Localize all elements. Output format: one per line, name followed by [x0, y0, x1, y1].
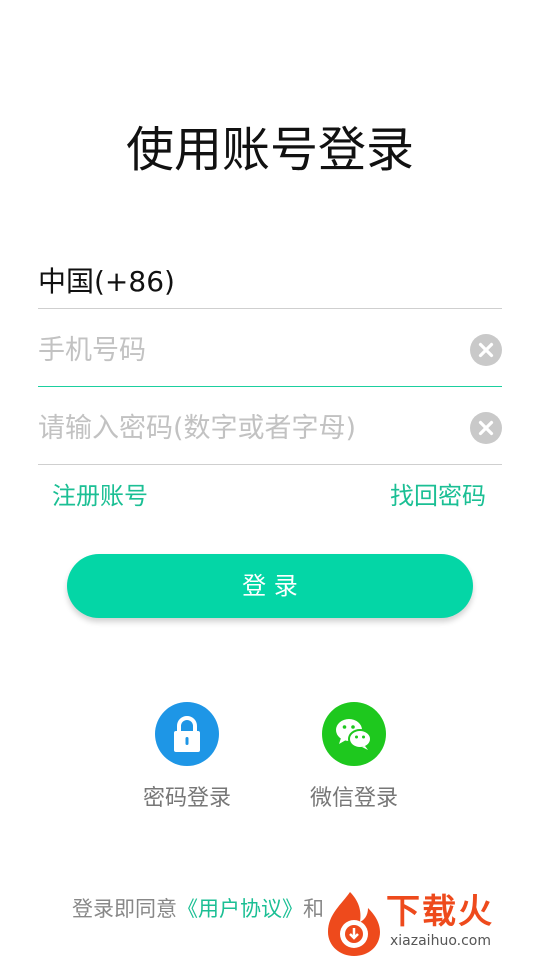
close-icon: [478, 342, 494, 358]
password-input[interactable]: [38, 396, 458, 460]
flame-logo-icon: [328, 892, 380, 956]
login-button[interactable]: 登 录: [67, 554, 473, 618]
lock-icon: [155, 702, 219, 766]
wechat-login-option[interactable]: 微信登录: [294, 702, 414, 814]
wechat-icon: [322, 702, 386, 766]
agreement-text: 登录即同意《用户协议》和: [72, 894, 324, 924]
page-title: 使用账号登录: [125, 122, 414, 178]
password-login-option[interactable]: 密码登录: [127, 702, 247, 814]
password-divider: [38, 464, 502, 465]
watermark-text: 下载火: [386, 892, 494, 932]
agreement-prefix: 登录即同意: [72, 897, 177, 921]
clear-password-button[interactable]: [470, 412, 502, 444]
wechat-login-label: 微信登录: [309, 786, 398, 811]
watermark: 下载火 xiazaihuo.com: [320, 888, 540, 960]
phone-field: [38, 318, 502, 382]
clear-phone-button[interactable]: [470, 334, 502, 366]
recover-password-link[interactable]: 找回密码: [390, 478, 486, 514]
password-login-label: 密码登录: [142, 786, 231, 811]
password-field: [38, 396, 502, 460]
country-code-selector[interactable]: 中国(+86): [38, 262, 175, 302]
phone-input[interactable]: [38, 318, 458, 382]
user-agreement-link[interactable]: 《用户协议》: [177, 897, 303, 921]
country-divider: [38, 308, 502, 309]
close-icon: [478, 420, 494, 436]
register-link[interactable]: 注册账号: [52, 478, 148, 514]
watermark-url: xiazaihuo.com: [390, 933, 491, 949]
phone-divider: [38, 386, 502, 387]
